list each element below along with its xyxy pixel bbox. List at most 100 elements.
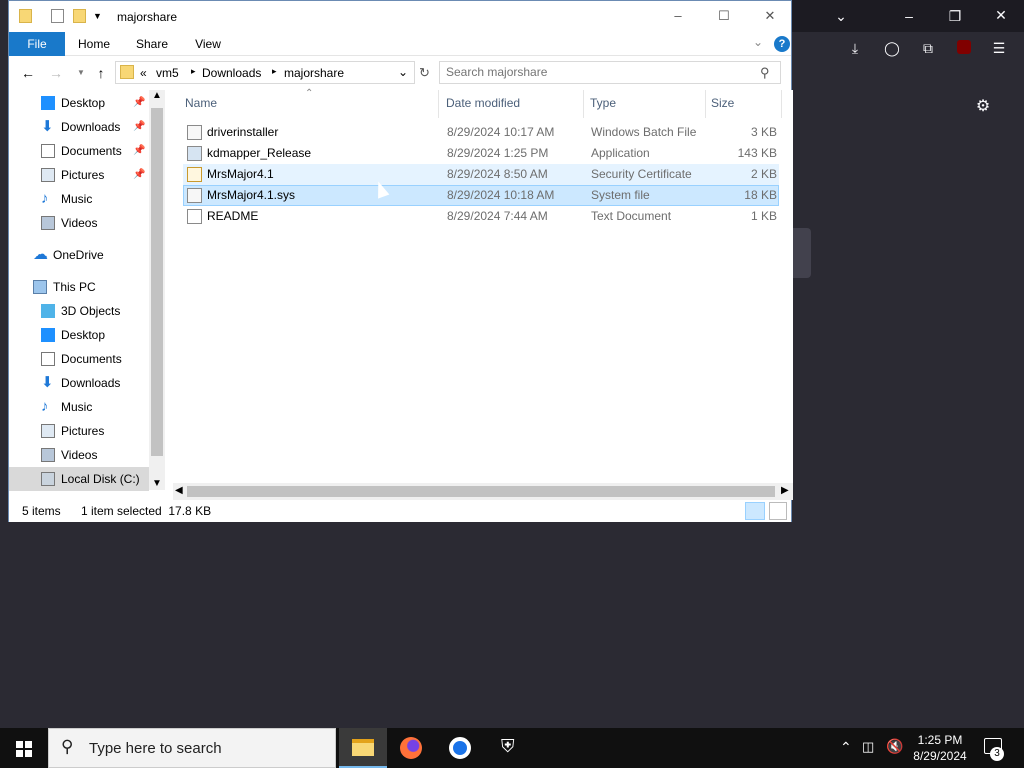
settings-gear-icon[interactable]: ⚙ bbox=[974, 99, 992, 115]
new-folder-icon[interactable] bbox=[73, 9, 86, 23]
up-button[interactable]: ↑ bbox=[91, 64, 111, 82]
file-name: kdmapper_Release bbox=[207, 146, 312, 160]
file-row[interactable]: MrsMajor4.1 8/29/2024 8:50 AM Security C… bbox=[183, 164, 779, 185]
pin-icon: 📌 bbox=[133, 97, 146, 108]
browser-restore-button[interactable]: ❐ bbox=[946, 8, 964, 24]
extensions-icon[interactable]: ⧉ bbox=[919, 40, 937, 56]
nav-item-label: 3D Objects bbox=[61, 304, 121, 318]
firefox-icon bbox=[400, 737, 422, 759]
nav-item-pictures-pc[interactable]: Pictures bbox=[9, 419, 149, 443]
nav-item-3d-objects[interactable]: 3D Objects bbox=[9, 299, 149, 323]
nav-item-pictures[interactable]: Pictures 📌 bbox=[9, 163, 149, 187]
breadcrumb-vm5[interactable]: vm5 bbox=[156, 66, 179, 80]
file-explorer-taskbar-button[interactable] bbox=[339, 728, 387, 768]
minimize-button[interactable]: – bbox=[655, 1, 701, 32]
nav-item-music-pc[interactable]: ♪ Music bbox=[9, 395, 149, 419]
start-button[interactable] bbox=[0, 728, 48, 768]
cube-icon bbox=[41, 304, 55, 318]
large-icons-view-icon[interactable] bbox=[769, 502, 787, 520]
nav-item-onedrive[interactable]: ☁ OneDrive bbox=[9, 243, 149, 267]
nav-item-videos[interactable]: Videos bbox=[9, 211, 149, 235]
forward-button[interactable]: → bbox=[46, 64, 66, 82]
nav-item-this-pc[interactable]: This PC bbox=[9, 275, 149, 299]
column-header-size[interactable]: Size bbox=[707, 90, 782, 118]
nav-item-documents[interactable]: Documents 📌 bbox=[9, 139, 149, 163]
address-overflow-chevron[interactable]: « bbox=[140, 66, 147, 80]
tab-view[interactable]: View bbox=[183, 32, 233, 56]
file-type: System file bbox=[591, 188, 650, 202]
shield-icon: ⛨ bbox=[501, 736, 515, 756]
file-type: Security Certificate bbox=[591, 167, 692, 181]
nav-pane-scrollbar[interactable]: ▲ ▼ bbox=[149, 90, 165, 490]
refresh-icon[interactable]: ↻ bbox=[419, 65, 430, 81]
help-icon[interactable]: ? bbox=[774, 36, 790, 52]
file-size: 18 KB bbox=[744, 188, 777, 202]
scroll-up-icon[interactable]: ▲ bbox=[152, 90, 162, 101]
account-icon[interactable]: ◯ bbox=[883, 40, 901, 56]
column-header-type[interactable]: Type bbox=[586, 90, 706, 118]
taskbar-search[interactable]: ⚲ Type here to search bbox=[48, 728, 336, 768]
column-header-name[interactable]: Name bbox=[181, 90, 439, 118]
details-view-icon[interactable] bbox=[745, 502, 765, 520]
expand-ribbon-icon[interactable]: ⌄ bbox=[753, 35, 763, 49]
nav-item-label: Local Disk (C:) bbox=[61, 472, 140, 486]
address-bar[interactable]: « vm5 ▸ Downloads ▸ majorshare ⌄ bbox=[115, 61, 415, 84]
picture-icon bbox=[41, 168, 55, 182]
nav-item-documents-pc[interactable]: Documents bbox=[9, 347, 149, 371]
nav-item-label: This PC bbox=[53, 280, 96, 294]
side-panel-tab[interactable] bbox=[792, 228, 811, 278]
status-bar: 5 items 1 item selected 17.8 KB bbox=[9, 500, 791, 522]
nav-item-label: Pictures bbox=[61, 168, 105, 182]
browser-titlebar: ⌄ – ❐ ✕ bbox=[792, 0, 1024, 32]
scroll-down-icon[interactable]: ▼ bbox=[152, 478, 162, 489]
downloads-icon[interactable]: ⤓ bbox=[846, 40, 864, 56]
network-icon[interactable]: ◫ bbox=[862, 739, 874, 755]
ublock-icon[interactable] bbox=[955, 40, 973, 57]
file-row[interactable]: MrsMajor4.1.sys 8/29/2024 10:18 AM Syste… bbox=[183, 185, 779, 206]
firefox-taskbar-button[interactable] bbox=[387, 728, 435, 768]
address-dropdown-icon[interactable]: ⌄ bbox=[398, 65, 408, 79]
browser-minimize-button[interactable]: – bbox=[900, 8, 918, 24]
properties-icon[interactable] bbox=[51, 9, 64, 23]
close-button[interactable]: ✕ bbox=[747, 1, 793, 32]
navigation-pane: Desktop 📌 ⬇ Downloads 📌 Documents 📌 Pict… bbox=[9, 90, 165, 491]
browser-close-button[interactable]: ✕ bbox=[992, 7, 1010, 23]
scroll-left-icon[interactable]: ◀ bbox=[175, 485, 183, 496]
maximize-button[interactable]: ☐ bbox=[701, 1, 747, 32]
file-row[interactable]: kdmapper_Release 8/29/2024 1:25 PM Appli… bbox=[183, 143, 779, 164]
tab-home[interactable]: Home bbox=[69, 32, 119, 56]
column-header-date-modified[interactable]: Date modified bbox=[442, 90, 584, 118]
nav-item-desktop[interactable]: Desktop 📌 bbox=[9, 91, 149, 115]
back-button[interactable]: ← bbox=[18, 64, 38, 82]
breadcrumb-downloads[interactable]: Downloads bbox=[202, 66, 261, 80]
tab-share[interactable]: Share bbox=[127, 32, 177, 56]
file-name: MrsMajor4.1.sys bbox=[207, 188, 296, 202]
nav-item-local-disk[interactable]: Local Disk (C:) bbox=[9, 467, 149, 491]
search-input[interactable] bbox=[446, 65, 746, 79]
file-date: 8/29/2024 1:25 PM bbox=[447, 146, 549, 160]
nav-item-label: Music bbox=[61, 400, 93, 414]
nav-item-music[interactable]: ♪ Music bbox=[9, 187, 149, 211]
quick-access-dropdown-icon[interactable]: ▼ bbox=[93, 9, 106, 23]
file-row[interactable]: driverinstaller 8/29/2024 10:17 AM Windo… bbox=[183, 122, 779, 143]
horizontal-scroll-thumb[interactable] bbox=[187, 486, 775, 497]
recent-locations-dropdown[interactable]: ▼ bbox=[71, 64, 91, 82]
scroll-right-icon[interactable]: ▶ bbox=[781, 485, 789, 496]
tab-list-chevron-icon[interactable]: ⌄ bbox=[832, 8, 850, 24]
security-taskbar-button[interactable]: ⛨ bbox=[486, 728, 534, 768]
file-row[interactable]: README 8/29/2024 7:44 AM Text Document 1… bbox=[183, 206, 779, 227]
nav-item-videos-pc[interactable]: Videos bbox=[9, 443, 149, 467]
show-hidden-icons-icon[interactable]: ⌃ bbox=[840, 739, 852, 756]
menu-icon[interactable]: ☰ bbox=[990, 40, 1008, 56]
breadcrumb-majorshare[interactable]: majorshare bbox=[284, 66, 344, 80]
chrome-taskbar-button[interactable] bbox=[436, 728, 484, 768]
nav-item-downloads[interactable]: ⬇ Downloads 📌 bbox=[9, 115, 149, 139]
nav-item-desktop-pc[interactable]: Desktop bbox=[9, 323, 149, 347]
window-title: majorshare bbox=[117, 10, 178, 24]
download-arrow-icon: ⬇ bbox=[41, 118, 54, 135]
clock[interactable]: 1:25 PM 8/29/2024 bbox=[900, 732, 980, 764]
nav-item-downloads-pc[interactable]: ⬇ Downloads bbox=[9, 371, 149, 395]
horizontal-scrollbar[interactable]: ◀ ▶ bbox=[173, 483, 793, 500]
tab-file[interactable]: File bbox=[9, 32, 65, 56]
nav-scroll-thumb[interactable] bbox=[151, 108, 163, 456]
